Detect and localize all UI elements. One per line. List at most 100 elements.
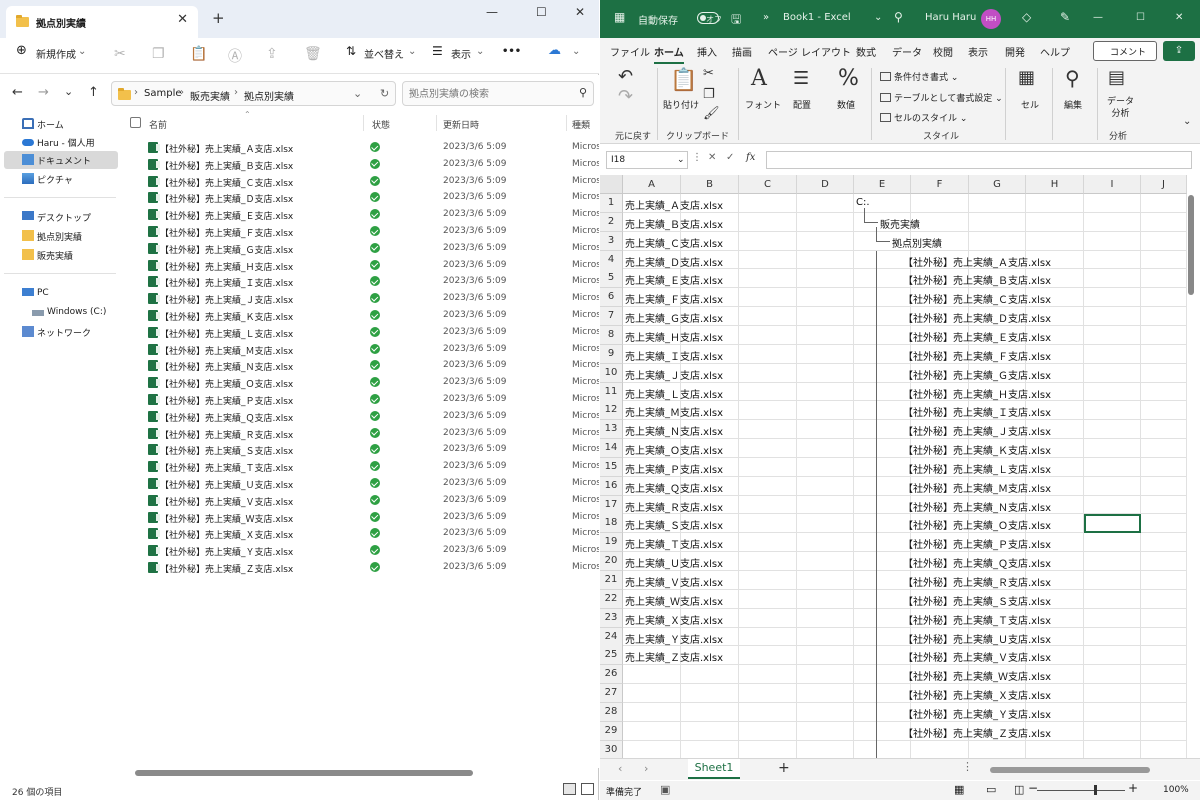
row-header[interactable]: 7 — [600, 307, 623, 327]
cell-a[interactable]: 売上実績_Ｇ支店.xlsx — [625, 310, 723, 325]
cell-e-file[interactable]: 【社外秘】売上実績_Ｙ支店.xlsx — [903, 706, 1051, 721]
tab-help[interactable]: ヘルプ — [1040, 44, 1070, 59]
maximize-icon[interactable]: ☐ — [536, 5, 547, 19]
cell-a[interactable]: 売上実績_Ｅ支店.xlsx — [625, 272, 723, 287]
save-icon[interactable]: 🖫 — [731, 10, 741, 31]
search-icon[interactable]: ⚲ — [579, 86, 587, 99]
breadcrumb-item[interactable]: 販売実績 — [190, 88, 230, 103]
cell-e-file[interactable]: 【社外秘】売上実績_Ｚ支店.xlsx — [903, 725, 1051, 740]
column-header[interactable]: B — [681, 175, 739, 194]
cell-e-file[interactable]: 【社外秘】売上実績_Ｊ支店.xlsx — [903, 423, 1051, 438]
cell-a[interactable]: 売上実績_Ｈ支店.xlsx — [625, 329, 723, 344]
row-header[interactable]: 11 — [600, 382, 623, 402]
paste-icon[interactable]: 📋 — [190, 46, 207, 62]
row-header[interactable]: 22 — [600, 589, 623, 609]
page-break-view-icon[interactable]: ◫ — [1014, 783, 1024, 796]
onedrive-icon[interactable]: ☁ — [548, 43, 561, 58]
edit-button[interactable]: 編集 — [1064, 98, 1082, 111]
file-row[interactable]: 【社外秘】売上実績_Ｎ支店.xlsx 2023/3/6 5:09 Micros — [120, 357, 599, 374]
worksheet-grid[interactable]: A B C D E F G H I J 1 2 3 4 5 6 7 8 9 10 11 12 13 14 15 16 17 18 19 2… — [600, 175, 1187, 758]
cell-a[interactable]: 売上実績_Ｑ支店.xlsx — [625, 480, 723, 495]
row-header[interactable]: 9 — [600, 344, 623, 364]
row-header[interactable]: 18 — [600, 514, 623, 534]
nav-item-home[interactable]: ホーム — [4, 115, 118, 133]
cell-a[interactable]: 売上実績_Ｙ支店.xlsx — [625, 631, 723, 646]
cell-a[interactable]: 売上実績_Ｖ支店.xlsx — [625, 574, 723, 589]
normal-view-icon[interactable]: ▦ — [954, 783, 964, 796]
breadcrumb-item[interactable]: 拠点別実績 — [244, 88, 294, 103]
column-header[interactable]: E — [854, 175, 911, 194]
file-row[interactable]: 【社外秘】売上実績_Ｙ支店.xlsx 2023/3/6 5:09 Micros — [120, 542, 599, 559]
row-header[interactable]: 28 — [600, 702, 623, 722]
row-header[interactable]: 10 — [600, 363, 623, 383]
cell-e-file[interactable]: 【社外秘】売上実績_Ｕ支店.xlsx — [903, 631, 1051, 646]
cell-a[interactable]: 売上実績_Ｚ支店.xlsx — [625, 649, 723, 664]
cell-a[interactable]: 売上実績_Ｎ支店.xlsx — [625, 423, 723, 438]
row-header[interactable]: 16 — [600, 476, 623, 496]
premium-icon[interactable]: ◇ — [1022, 10, 1031, 24]
undo-icon[interactable]: ↶ — [618, 66, 633, 87]
edit-icon[interactable]: ⚲ — [1065, 66, 1080, 90]
row-header[interactable]: 1 — [600, 194, 623, 213]
select-all-checkbox[interactable] — [130, 117, 141, 128]
file-row[interactable]: 【社外秘】売上実績_Ｋ支店.xlsx 2023/3/6 5:09 Micros — [120, 307, 599, 324]
cell-e-file[interactable]: 【社外秘】売上実績_Ｖ支店.xlsx — [903, 649, 1051, 664]
col-divider[interactable] — [363, 115, 364, 131]
enter-icon[interactable]: ✓ — [726, 152, 734, 163]
file-row[interactable]: 【社外秘】売上実績_Ｌ支店.xlsx 2023/3/6 5:09 Micros — [120, 324, 599, 341]
cell-a[interactable]: 売上実績_Ｔ支店.xlsx — [625, 536, 723, 551]
search-icon[interactable]: ⚲ — [894, 10, 903, 24]
row-header[interactable]: 3 — [600, 231, 623, 251]
col-header-status[interactable]: 状態 — [372, 118, 390, 131]
share-button[interactable]: ⇪ — [1163, 41, 1195, 61]
tab-review[interactable]: 校閲 — [933, 44, 953, 59]
sheet-scroll-options-icon[interactable]: ⋮ — [962, 760, 973, 773]
share-icon[interactable]: ⇪ — [266, 46, 278, 62]
file-row[interactable]: 【社外秘】売上実績_Ａ支店.xlsx 2023/3/6 5:09 Micros — [120, 139, 599, 156]
file-row[interactable]: 【社外秘】売上実績_Ｒ支店.xlsx 2023/3/6 5:09 Micros — [120, 425, 599, 442]
maximize-icon[interactable]: ☐ — [1136, 12, 1145, 23]
add-sheet-icon[interactable]: + — [778, 760, 790, 776]
horizontal-scrollbar[interactable] — [135, 770, 473, 776]
cell-e-level1[interactable]: 販売実績 — [880, 216, 920, 231]
more-options-button[interactable]: ••• — [502, 46, 521, 57]
col-header-date[interactable]: 更新日時 — [443, 118, 479, 131]
cell-e-file[interactable]: 【社外秘】売上実績_Ｗ支店.xlsx — [903, 668, 1051, 683]
tiles-view-icon[interactable] — [581, 783, 594, 795]
search-box[interactable]: ⚲ — [402, 81, 594, 106]
row-header[interactable]: 8 — [600, 325, 623, 345]
back-icon[interactable]: ← — [12, 85, 23, 100]
cell-e-file[interactable]: 【社外秘】売上実績_Ｒ支店.xlsx — [903, 574, 1051, 589]
new-button[interactable]: 新規作成 — [36, 46, 76, 61]
row-header[interactable]: 30 — [600, 740, 623, 758]
file-row[interactable]: 【社外秘】売上実績_Ｘ支店.xlsx 2023/3/6 5:09 Micros — [120, 525, 599, 542]
align-button[interactable]: 配置 — [793, 98, 811, 111]
view-button[interactable]: 表示 — [451, 46, 471, 61]
cut-icon[interactable]: ✂ — [703, 66, 714, 81]
cell-e-file[interactable]: 【社外秘】売上実績_Ｉ支店.xlsx — [903, 404, 1051, 419]
row-header[interactable]: 19 — [600, 533, 623, 553]
format-painter-icon[interactable]: 🖌 — [703, 106, 720, 121]
close-window-icon[interactable]: ✕ — [1175, 12, 1183, 23]
paste-button[interactable]: 貼り付け — [663, 98, 699, 111]
cell-a[interactable]: 売上実績_Ｍ支店.xlsx — [625, 404, 723, 419]
forward-icon[interactable]: → — [38, 85, 49, 100]
row-header[interactable]: 20 — [600, 552, 623, 572]
row-header[interactable]: 27 — [600, 684, 623, 704]
address-bar[interactable]: › Sample › 販売実績 › 拠点別実績 ⌄ ↻ — [111, 81, 396, 106]
cell-a[interactable]: 売上実績_Ｐ支店.xlsx — [625, 461, 723, 476]
font-icon[interactable]: A — [751, 66, 767, 91]
col-header-name[interactable]: 名前 — [149, 118, 167, 131]
number-button[interactable]: 数値 — [837, 98, 855, 111]
column-header[interactable]: H — [1026, 175, 1084, 194]
cut-icon[interactable]: ✂ — [114, 46, 126, 62]
row-header[interactable]: 24 — [600, 627, 623, 647]
analyze-data-icon[interactable]: ▤ — [1108, 67, 1125, 88]
row-header[interactable]: 5 — [600, 269, 623, 289]
close-window-icon[interactable]: ✕ — [575, 5, 585, 19]
column-header[interactable]: G — [969, 175, 1026, 194]
cell-a[interactable]: 売上実績_Ｘ支店.xlsx — [625, 612, 723, 627]
cell-e-file[interactable]: 【社外秘】売上実績_Ｍ支店.xlsx — [903, 480, 1051, 495]
column-header[interactable]: D — [797, 175, 854, 194]
cell-e-file[interactable]: 【社外秘】売上実績_Ｂ支店.xlsx — [903, 272, 1051, 287]
